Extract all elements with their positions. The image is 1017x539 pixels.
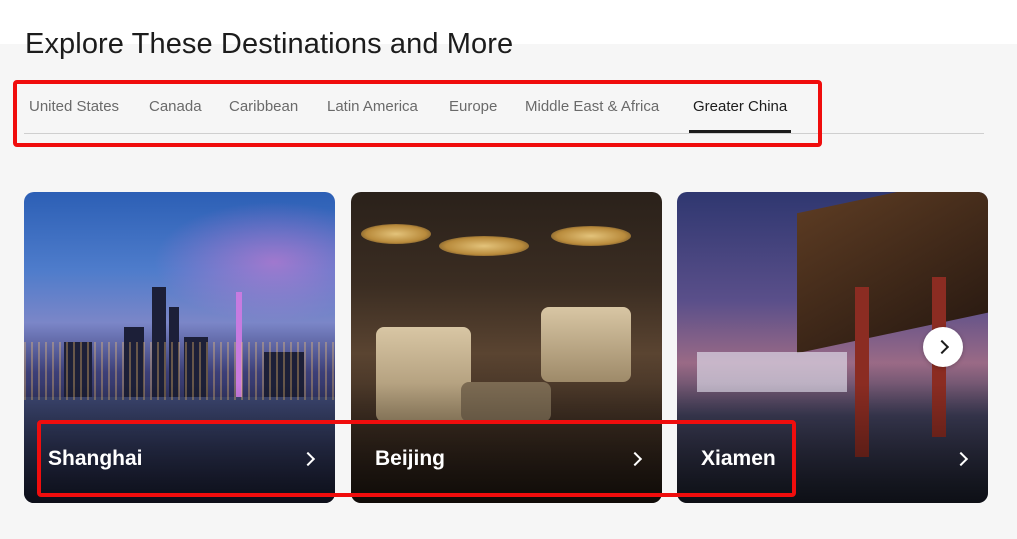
destination-card-shanghai[interactable]: Shanghai [24, 192, 335, 503]
region-tabs: United States Canada Caribbean Latin Ame… [24, 84, 984, 134]
destination-card-beijing[interactable]: Beijing [351, 192, 662, 503]
carousel-next-button[interactable] [923, 327, 963, 367]
tab-middle-east-africa[interactable]: Middle East & Africa [525, 98, 659, 133]
tab-europe[interactable]: Europe [449, 98, 497, 133]
card-title: Xiamen [701, 447, 776, 470]
tab-canada[interactable]: Canada [149, 98, 202, 133]
tab-united-states[interactable]: United States [29, 98, 119, 133]
card-title: Beijing [375, 447, 446, 470]
tab-greater-china[interactable]: Greater China [688, 98, 792, 133]
section-title: Explore These Destinations and More [25, 28, 514, 60]
tab-caribbean[interactable]: Caribbean [229, 98, 298, 133]
card-title: Shanghai [48, 447, 143, 470]
tab-latin-america[interactable]: Latin America [327, 98, 418, 133]
